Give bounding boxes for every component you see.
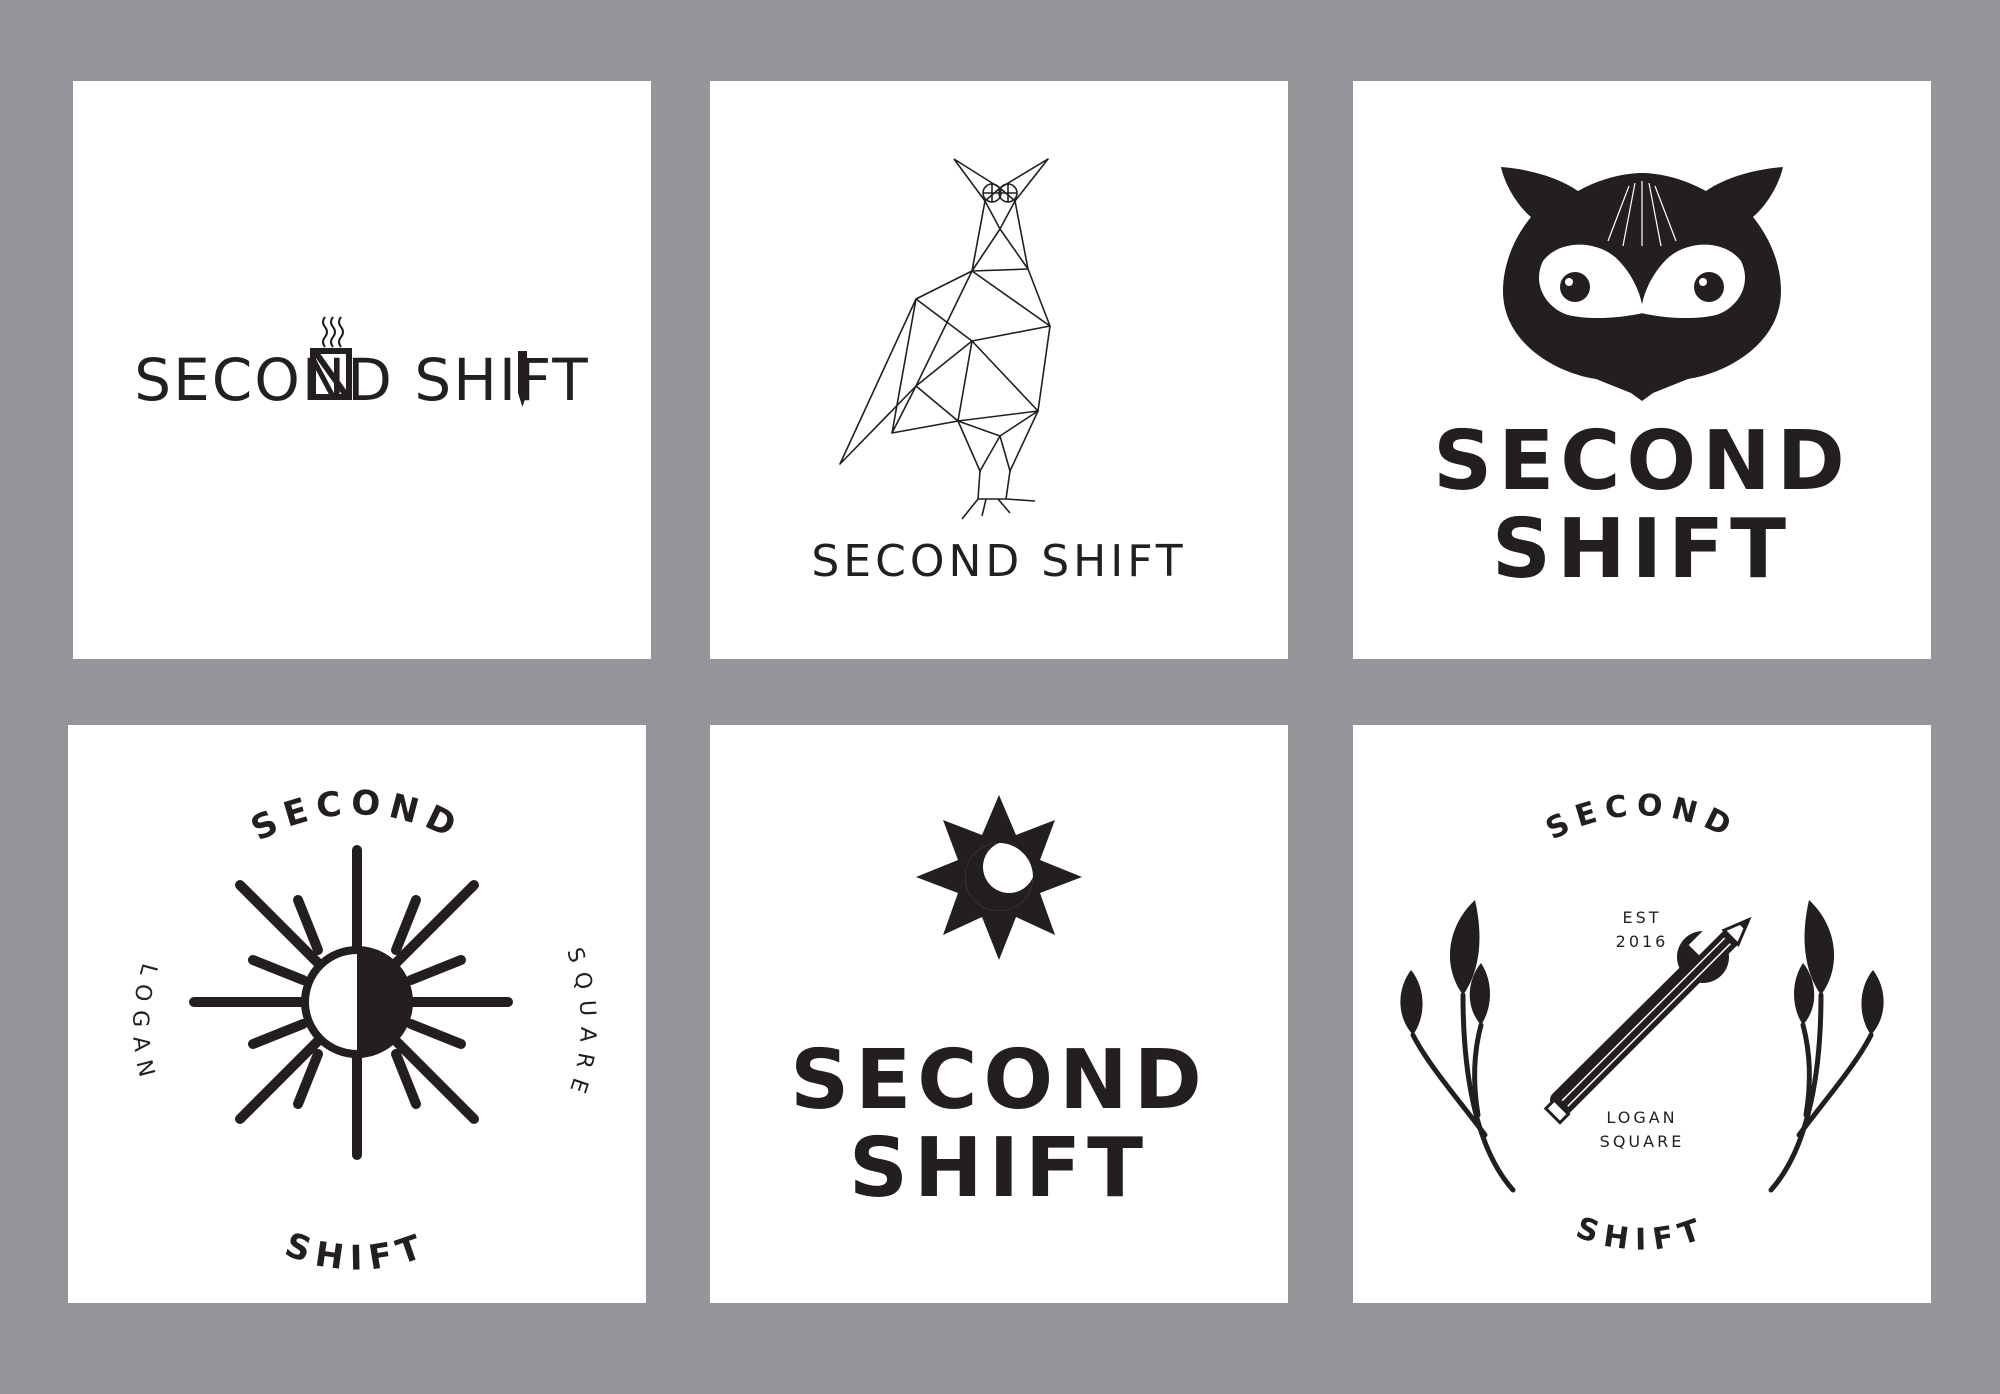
location-line-1: LOGAN	[1606, 1108, 1677, 1127]
badge-right-text: SQUARE	[561, 945, 590, 1105]
svg-text:SECOND: SECOND	[245, 783, 469, 850]
est-year: 2016	[1616, 932, 1669, 951]
wordmark-line-1: SECOND	[1433, 414, 1851, 509]
wordmark-line-2: SHIFT	[848, 1121, 1150, 1216]
svg-text:SHIFT: SHIFT	[1572, 1211, 1713, 1259]
logo-card-tools-badge: SECOND SHIFT EST 2016 LOGAN SQUARE	[1353, 725, 1931, 1303]
svg-text:SHIFT: SHIFT	[280, 1225, 434, 1279]
wordmark-line-2: SHIFT	[1491, 502, 1793, 597]
steam-icon	[322, 316, 344, 348]
sun-badge-art: SECOND SHIFT LOGAN SQUARE	[127, 783, 600, 1279]
badge-bottom-text: SHIFT	[1572, 1211, 1705, 1259]
compass-star-moon-icon	[916, 795, 1082, 960]
left-leaf-branch-icon	[1410, 992, 1516, 1193]
wordmark-text: SECOND SHIFT	[811, 536, 1187, 587]
wordmark-text: SECOND SHIFT	[134, 346, 590, 414]
badge-bottom-text: SHIFT	[280, 1225, 426, 1279]
est-label: EST	[1622, 908, 1661, 927]
logo-card-compass-moon: SECOND SHIFT	[710, 725, 1288, 1303]
tools-badge-art: SECOND SHIFT EST 2016 LOGAN SQUARE	[1400, 788, 1884, 1259]
svg-text:SQUARE: SQUARE	[561, 945, 600, 1105]
logo-card-sun-badge: SECOND SHIFT LOGAN SQUARE	[68, 725, 646, 1303]
badge-top-text: SECOND	[245, 783, 461, 850]
location-line-2: SQUARE	[1600, 1132, 1685, 1151]
wordmark-line-1: SECOND	[790, 1033, 1208, 1128]
logo-card-wordmark: SECOND SHIFT	[73, 81, 651, 659]
badge-top-text: SECOND	[1540, 788, 1735, 848]
svg-text:LOGAN: LOGAN	[127, 961, 161, 1090]
svg-text:SECOND: SECOND	[1540, 788, 1743, 848]
right-leaf-branch-icon	[1768, 992, 1874, 1193]
logo-card-geometric-owl: SECOND SHIFT	[710, 81, 1288, 659]
logo-card-owl-head: SECOND SHIFT	[1353, 81, 1931, 659]
badge-left-text: LOGAN	[127, 961, 151, 1090]
